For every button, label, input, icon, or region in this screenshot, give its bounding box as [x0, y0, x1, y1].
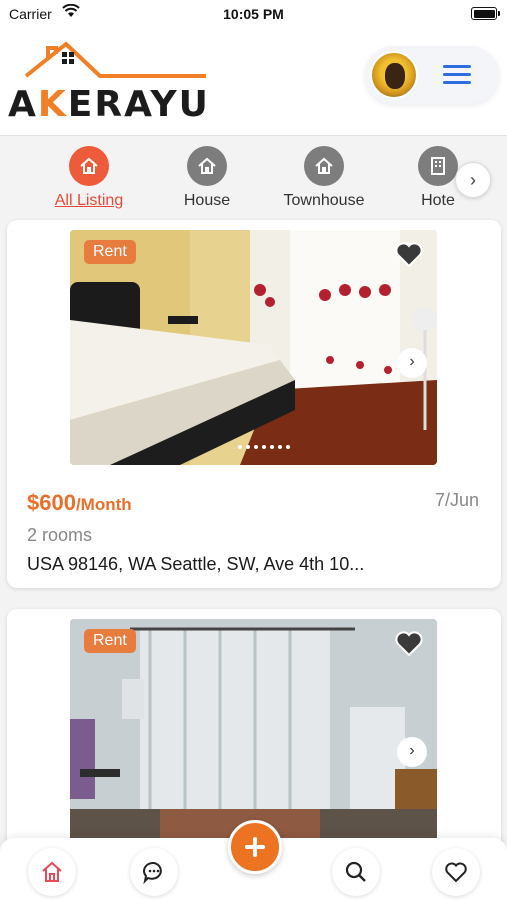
home-icon [69, 146, 109, 186]
app-header: AKERAYU [0, 30, 507, 136]
category-label: Townhouse [283, 192, 365, 209]
listing-card[interactable]: Rent › $600/Month 7/Jun 2 rooms USA 9814… [7, 220, 501, 588]
tab-messages[interactable] [130, 848, 178, 896]
category-townhouse[interactable]: Townhouse [276, 146, 372, 210]
rent-badge: Rent [84, 240, 136, 264]
category-all-listing[interactable]: All Listing [50, 146, 128, 210]
listing-address: USA 98146, WA Seattle, SW, Ave 4th 10... [27, 554, 365, 574]
home-icon [42, 861, 62, 882]
clock: 10:05 PM [223, 6, 284, 22]
battery-icon [471, 7, 500, 20]
add-listing-button[interactable] [228, 820, 282, 874]
chevron-right-icon[interactable]: › [455, 162, 491, 198]
listing-rooms: 2 rooms [27, 525, 93, 545]
category-bar: All Listing House Townhouse Hote › [0, 136, 507, 216]
category-house[interactable]: House [176, 146, 238, 210]
rent-badge: Rent [84, 629, 136, 653]
next-photo-icon[interactable]: › [397, 737, 427, 767]
profile-menu-pill [365, 46, 499, 104]
heart-icon[interactable] [395, 242, 423, 273]
search-icon [345, 861, 366, 882]
avatar[interactable] [370, 51, 418, 99]
brand-name: AKERAYU [8, 84, 210, 125]
building-icon [418, 146, 458, 186]
tab-search[interactable] [332, 848, 380, 896]
tab-favorites[interactable] [432, 848, 480, 896]
status-bar: Carrier 10:05 PM [0, 0, 507, 30]
category-label: All Listing [54, 192, 124, 209]
hamburger-menu-icon[interactable] [443, 65, 471, 85]
next-photo-icon[interactable]: › [397, 348, 427, 378]
brand-logo[interactable]: AKERAYU [8, 38, 228, 125]
bedroom-photo [70, 230, 437, 465]
listing-photo[interactable]: Rent › [70, 230, 437, 465]
home-icon [187, 146, 227, 186]
home-icon [304, 146, 344, 186]
chat-icon [143, 861, 162, 884]
category-label: House [183, 192, 231, 209]
tab-home[interactable] [28, 848, 76, 896]
category-label: Hote [421, 192, 455, 209]
listing-price: $600/Month [27, 490, 132, 515]
heart-icon[interactable] [395, 631, 423, 662]
photo-pagination-dots [238, 436, 294, 454]
heart-icon [445, 862, 467, 883]
listing-date: 7/Jun [434, 490, 479, 510]
